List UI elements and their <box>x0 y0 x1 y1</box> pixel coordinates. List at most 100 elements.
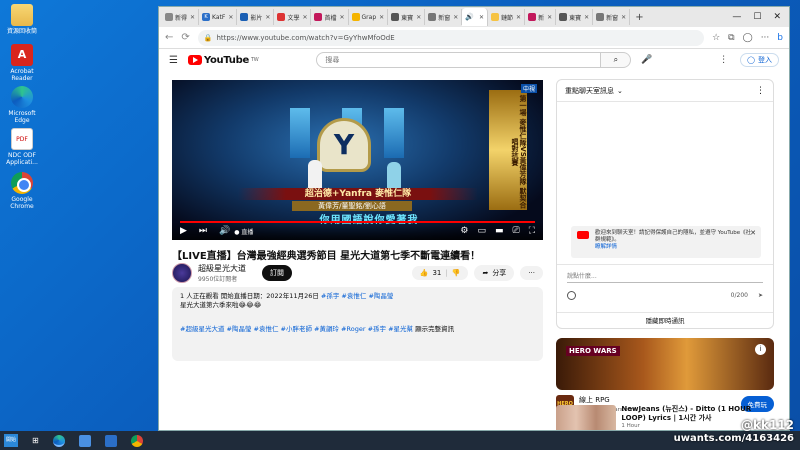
channel-row: 超級星光大道 9950位訂閱者 訂閱 👍 31 | 👎 ➦ 分享 ··· <box>172 262 543 284</box>
close-icon[interactable]: ✕ <box>228 14 233 21</box>
desktop-icon-acrobat[interactable]: A Acrobat Reader <box>2 44 42 82</box>
browser-tab-active[interactable]: 🔊 ✕ <box>462 8 489 26</box>
minimize-icon[interactable]: — <box>732 12 741 22</box>
desktop-icon-chrome[interactable]: Google Chrome <box>2 172 42 210</box>
desktop-icon-ndc-odf[interactable]: PDF NDC ODF Applicati... <box>2 128 42 166</box>
close-icon[interactable]: ✕ <box>453 14 458 21</box>
cast-icon[interactable]: ⎚ <box>512 226 519 236</box>
theater-icon[interactable]: ▬ <box>495 226 504 236</box>
maximize-icon[interactable]: ☐ <box>753 12 761 22</box>
profile-icon[interactable]: ◯ <box>743 33 753 43</box>
bing-icon[interactable]: b <box>777 33 783 43</box>
close-icon[interactable]: ✕ <box>302 14 307 21</box>
like-button[interactable]: 👍 31 | 👎 <box>411 266 469 280</box>
collections-icon[interactable]: ⧉ <box>728 33 734 43</box>
search-input[interactable] <box>316 52 602 68</box>
browser-tab[interactable]: Grap ✕ <box>349 9 389 25</box>
desktop-icon-recycle-bin[interactable]: 資源回收筒 <box>2 4 42 35</box>
url-text: https://www.youtube.com/watch?v=GyYhwMfo… <box>216 33 395 42</box>
browser-tab[interactable]: K KatF ✕ <box>199 9 238 25</box>
close-icon[interactable]: ✕ <box>479 14 484 21</box>
star-icon[interactable]: ☆ <box>712 33 720 43</box>
tab-favicon-icon <box>491 13 500 21</box>
chat-input[interactable]: 說點什麼... <box>567 271 763 283</box>
close-icon[interactable]: ✕ <box>379 14 384 21</box>
close-icon[interactable]: ✕ <box>750 230 756 237</box>
browser-tab[interactable]: 東寶 ✕ <box>556 9 594 25</box>
close-icon[interactable]: ✕ <box>584 14 589 21</box>
browser-tab[interactable]: 新窗 ✕ <box>425 9 463 25</box>
address-bar[interactable]: 🔒 https://www.youtube.com/watch?v=GyYhwM… <box>197 29 705 46</box>
refresh-icon[interactable]: ⟳ <box>181 32 189 43</box>
new-tab-button[interactable]: + <box>630 12 648 23</box>
fullscreen-icon[interactable]: ⛶ <box>529 226 535 236</box>
settings-gear-icon[interactable]: ⚙ <box>460 226 468 236</box>
chevron-down-icon[interactable]: ⌄ <box>617 87 623 95</box>
hide-chat-button[interactable]: 隱藏即時通訊 <box>557 312 773 328</box>
volume-icon[interactable]: 🔊 <box>219 226 230 236</box>
microphone-icon[interactable]: 🎤 <box>641 55 652 65</box>
more-actions-button[interactable]: ··· <box>520 266 543 280</box>
miniplayer-icon[interactable]: ▭ <box>477 226 486 236</box>
show-more-link[interactable]: 顯示完整資訊 <box>415 325 454 333</box>
channel-name[interactable]: 超級星光大道 <box>198 263 246 274</box>
description-meta: 1 人正在觀看 開始直播日期：2022年11月26日 <box>180 292 321 300</box>
desktop-icon-label: NDC ODF Applicati... <box>6 152 38 166</box>
learn-more-link[interactable]: 瞭解詳情 <box>595 244 755 251</box>
desktop-icon-label: Microsoft Edge <box>8 110 36 124</box>
browser-tab[interactable]: 新 ✕ <box>525 9 557 25</box>
desktop-icon-edge[interactable]: Microsoft Edge <box>2 86 42 124</box>
live-chat-panel: 重點聊天室訊息 ⌄ ⋮ 歡迎來到聊天室！請記得保護自己的隱私，並遵守 YouTu… <box>556 79 774 329</box>
browser-tab[interactable]: 新窗 ✕ <box>593 9 631 25</box>
youtube-play-icon <box>187 55 202 65</box>
back-icon[interactable]: ← <box>165 32 173 43</box>
close-icon[interactable]: ✕ <box>621 14 626 21</box>
close-icon[interactable]: ✕ <box>190 14 195 21</box>
close-window-icon[interactable]: ✕ <box>773 12 781 22</box>
browser-tab[interactable]: 首檔 ✕ <box>311 9 349 25</box>
browser-tab[interactable]: 新得 ✕ <box>162 9 200 25</box>
subscribe-button[interactable]: 訂閱 <box>262 265 292 281</box>
tab-label: 文學 <box>287 14 300 22</box>
more-vert-icon[interactable]: ⋮ <box>719 55 728 65</box>
close-icon[interactable]: ✕ <box>416 14 421 21</box>
next-icon[interactable]: ⏭ <box>199 226 207 236</box>
info-icon[interactable]: i <box>755 344 766 355</box>
search-box: ⌕ 🎤 <box>316 52 653 68</box>
task-view-icon[interactable]: ⊞ <box>32 436 39 445</box>
description-box[interactable]: 1 人正在觀看 開始直播日期：2022年11月26日 #孫宇 #袁惟仁 #陶晶瑩… <box>172 287 543 361</box>
browser-tab[interactable]: 鏈節 ✕ <box>488 9 526 25</box>
channel-avatar[interactable] <box>172 263 192 283</box>
browser-tab[interactable]: 影片 ✕ <box>237 9 275 25</box>
browser-tab[interactable]: 東寶 ✕ <box>388 9 426 25</box>
mail-icon[interactable] <box>104 434 117 447</box>
emoji-icon[interactable] <box>567 291 576 300</box>
store-icon[interactable] <box>78 434 91 447</box>
suggested-thumbnail[interactable] <box>556 405 617 430</box>
hamburger-menu-icon[interactable]: ☰ <box>169 55 178 66</box>
start-button[interactable]: 開始 <box>4 434 18 447</box>
close-icon[interactable]: ✕ <box>265 14 270 21</box>
signin-button[interactable]: ◯ 登入 <box>740 53 779 67</box>
menu-dots-icon[interactable]: ··· <box>761 33 770 43</box>
description-tags[interactable]: #超級星光大道 #陶晶瑩 #袁惟仁 #小胖老師 #黃韻玲 #Roger #孫宇 … <box>180 325 413 333</box>
edge-taskbar-icon[interactable] <box>52 434 65 447</box>
close-icon[interactable]: ✕ <box>547 14 552 21</box>
video-player[interactable]: Y 第一場 麥惟仁隊VS黃偉芳隊 默契合唱對抗賽 中視 超治德+Yanfra 麥… <box>172 80 543 240</box>
header-actions: ⋮ ◯ 登入 <box>719 53 779 67</box>
more-vert-icon[interactable]: ⋮ <box>756 86 765 96</box>
browser-tab[interactable]: 文學 ✕ <box>274 9 312 25</box>
close-icon[interactable]: ✕ <box>516 14 521 21</box>
search-button[interactable]: ⌕ <box>601 52 632 68</box>
play-icon[interactable]: ▶ <box>180 226 187 236</box>
chat-mode-selector[interactable]: 重點聊天室訊息 <box>565 86 614 96</box>
send-icon[interactable]: ➤ <box>758 292 763 299</box>
live-indicator[interactable]: ● 直播 <box>234 227 253 236</box>
close-icon[interactable]: ✕ <box>340 14 345 21</box>
youtube-logo[interactable]: YouTube TW <box>187 55 259 66</box>
description-hashtags[interactable]: #孫宇 #袁惟仁 #陶晶瑩 <box>321 292 393 300</box>
chrome-taskbar-icon[interactable] <box>130 434 143 447</box>
thumbs-down-icon[interactable]: 👎 <box>452 269 461 277</box>
ad-banner[interactable]: HERO WARS i <box>556 338 774 390</box>
share-button[interactable]: ➦ 分享 <box>474 265 515 281</box>
